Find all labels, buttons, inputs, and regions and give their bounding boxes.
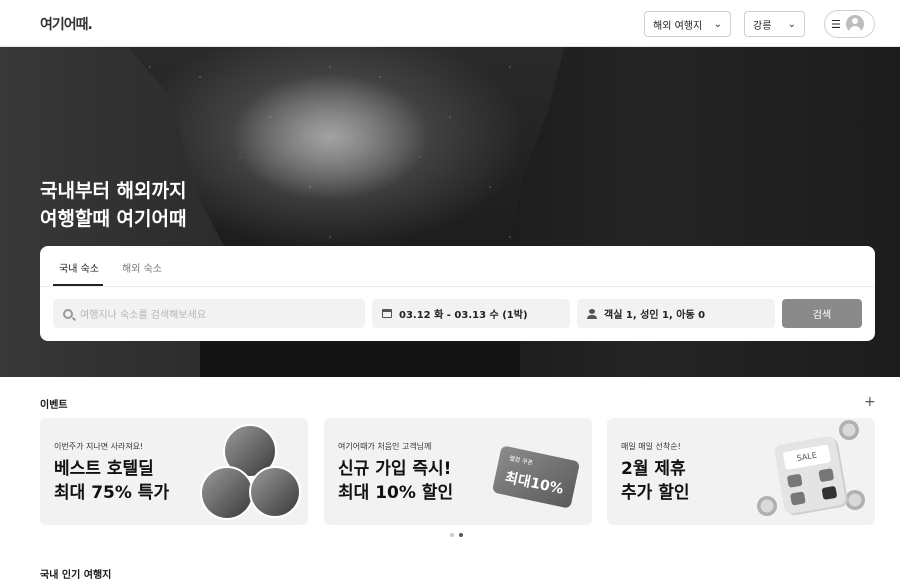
destination-select[interactable]: 해외 여행지 ⌄: [644, 11, 731, 37]
search-button[interactable]: 검색: [782, 299, 862, 328]
coin-icon: [845, 490, 865, 510]
hero-title: 국내부터 해외까지 여행할때 여기어때: [40, 177, 186, 233]
search-icon: [63, 308, 73, 319]
logo[interactable]: 여기어때.: [40, 14, 93, 34]
hotel-photo-circle: [249, 466, 301, 518]
tab-domestic-stay[interactable]: 국내 숙소: [59, 260, 99, 275]
event-card-best-hotel[interactable]: 이번주가 지나면 사라져요! 베스트 호텔딜 최대 75% 특가: [40, 418, 308, 525]
plus-icon[interactable]: +: [864, 394, 876, 410]
search-input[interactable]: 여행지나 숙소를 검색해보세요: [53, 299, 365, 328]
coupon-value: 최대10%: [503, 469, 565, 498]
destination-select-label: 해외 여행지: [653, 20, 703, 32]
coupon-tag: 웰컴 쿠폰: [508, 455, 534, 467]
hero-title-line1: 국내부터 해외까지: [40, 180, 187, 202]
carousel-pagination: [450, 533, 463, 537]
user-menu-button[interactable]: ☰: [824, 10, 875, 38]
city-select[interactable]: 강릉 ⌄: [744, 11, 805, 37]
avatar-icon: [845, 15, 864, 33]
carousel-dot-active[interactable]: [459, 533, 463, 537]
event-headline: 2월 제휴 추가 할인: [621, 457, 689, 505]
chevron-down-icon: ⌄: [713, 18, 722, 30]
search-panel: 국내 숙소 해외 숙소 여행지나 숙소를 검색해보세요 03.12 화 - 03…: [40, 246, 875, 341]
calculator-illustration: SALE: [773, 435, 847, 515]
date-picker[interactable]: 03.12 화 - 03.13 수 (1박): [372, 299, 570, 328]
event-card-new-member[interactable]: 여기어때가 처음인 고객님께 신규 가입 즉시! 최대 10% 할인 웰컴 쿠폰…: [324, 418, 592, 525]
coupon-illustration: 웰컴 쿠폰 최대10%: [491, 445, 581, 509]
calculator-key: [818, 468, 835, 483]
tab-overseas-stay[interactable]: 해외 숙소: [122, 260, 162, 275]
guests-value: 객실 1, 성인 1, 아동 0: [604, 310, 706, 321]
coin-icon: [839, 420, 859, 440]
event-headline-line2: 추가 할인: [621, 483, 690, 503]
person-icon: [587, 308, 597, 319]
event-headline-line1: 신규 가입 즉시!: [338, 459, 452, 479]
carousel-dot[interactable]: [450, 533, 454, 537]
calculator-key: [786, 473, 803, 488]
popular-destinations-title: 국내 인기 여행지: [40, 570, 112, 581]
event-subtitle: 여기어때가 처음인 고객님께: [338, 442, 432, 451]
guest-picker[interactable]: 객실 1, 성인 1, 아동 0: [577, 299, 775, 328]
event-subtitle: 이번주가 지나면 사라져요!: [54, 442, 144, 451]
search-placeholder: 여행지나 숙소를 검색해보세요: [80, 310, 206, 321]
hotel-photo-circle: [200, 466, 254, 520]
coin-icon: [757, 496, 777, 516]
city-select-label: 강릉: [753, 20, 772, 32]
menu-icon: ☰: [831, 17, 841, 31]
calculator-key: [821, 485, 838, 501]
event-headline-line2: 최대 10% 할인: [338, 483, 454, 503]
calendar-icon: [382, 309, 392, 318]
chevron-down-icon: ⌄: [787, 18, 796, 30]
event-headline-line1: 베스트 호텔딜: [54, 459, 154, 479]
calculator-key: [789, 491, 806, 506]
events-section-title: 이벤트: [40, 400, 68, 411]
top-navigation-bar: 여기어때. 해외 여행지 ⌄ 강릉 ⌄ ☰: [0, 0, 900, 47]
calculator-screen: SALE: [782, 444, 832, 471]
event-headline-line2: 최대 75% 특가: [54, 483, 170, 503]
event-headline: 신규 가입 즉시! 최대 10% 할인: [338, 457, 453, 505]
event-subtitle: 매일 매일 선착순!: [621, 442, 681, 451]
date-range-value: 03.12 화 - 03.13 수 (1박): [399, 310, 528, 321]
event-card-february-partner[interactable]: 매일 매일 선착순! 2월 제휴 추가 할인 SALE: [607, 418, 875, 525]
divider: [40, 286, 875, 287]
hero-title-line2: 여행할때 여기어때: [40, 208, 187, 230]
event-headline-line1: 2월 제휴: [621, 459, 686, 479]
event-headline: 베스트 호텔딜 최대 75% 특가: [54, 457, 169, 505]
